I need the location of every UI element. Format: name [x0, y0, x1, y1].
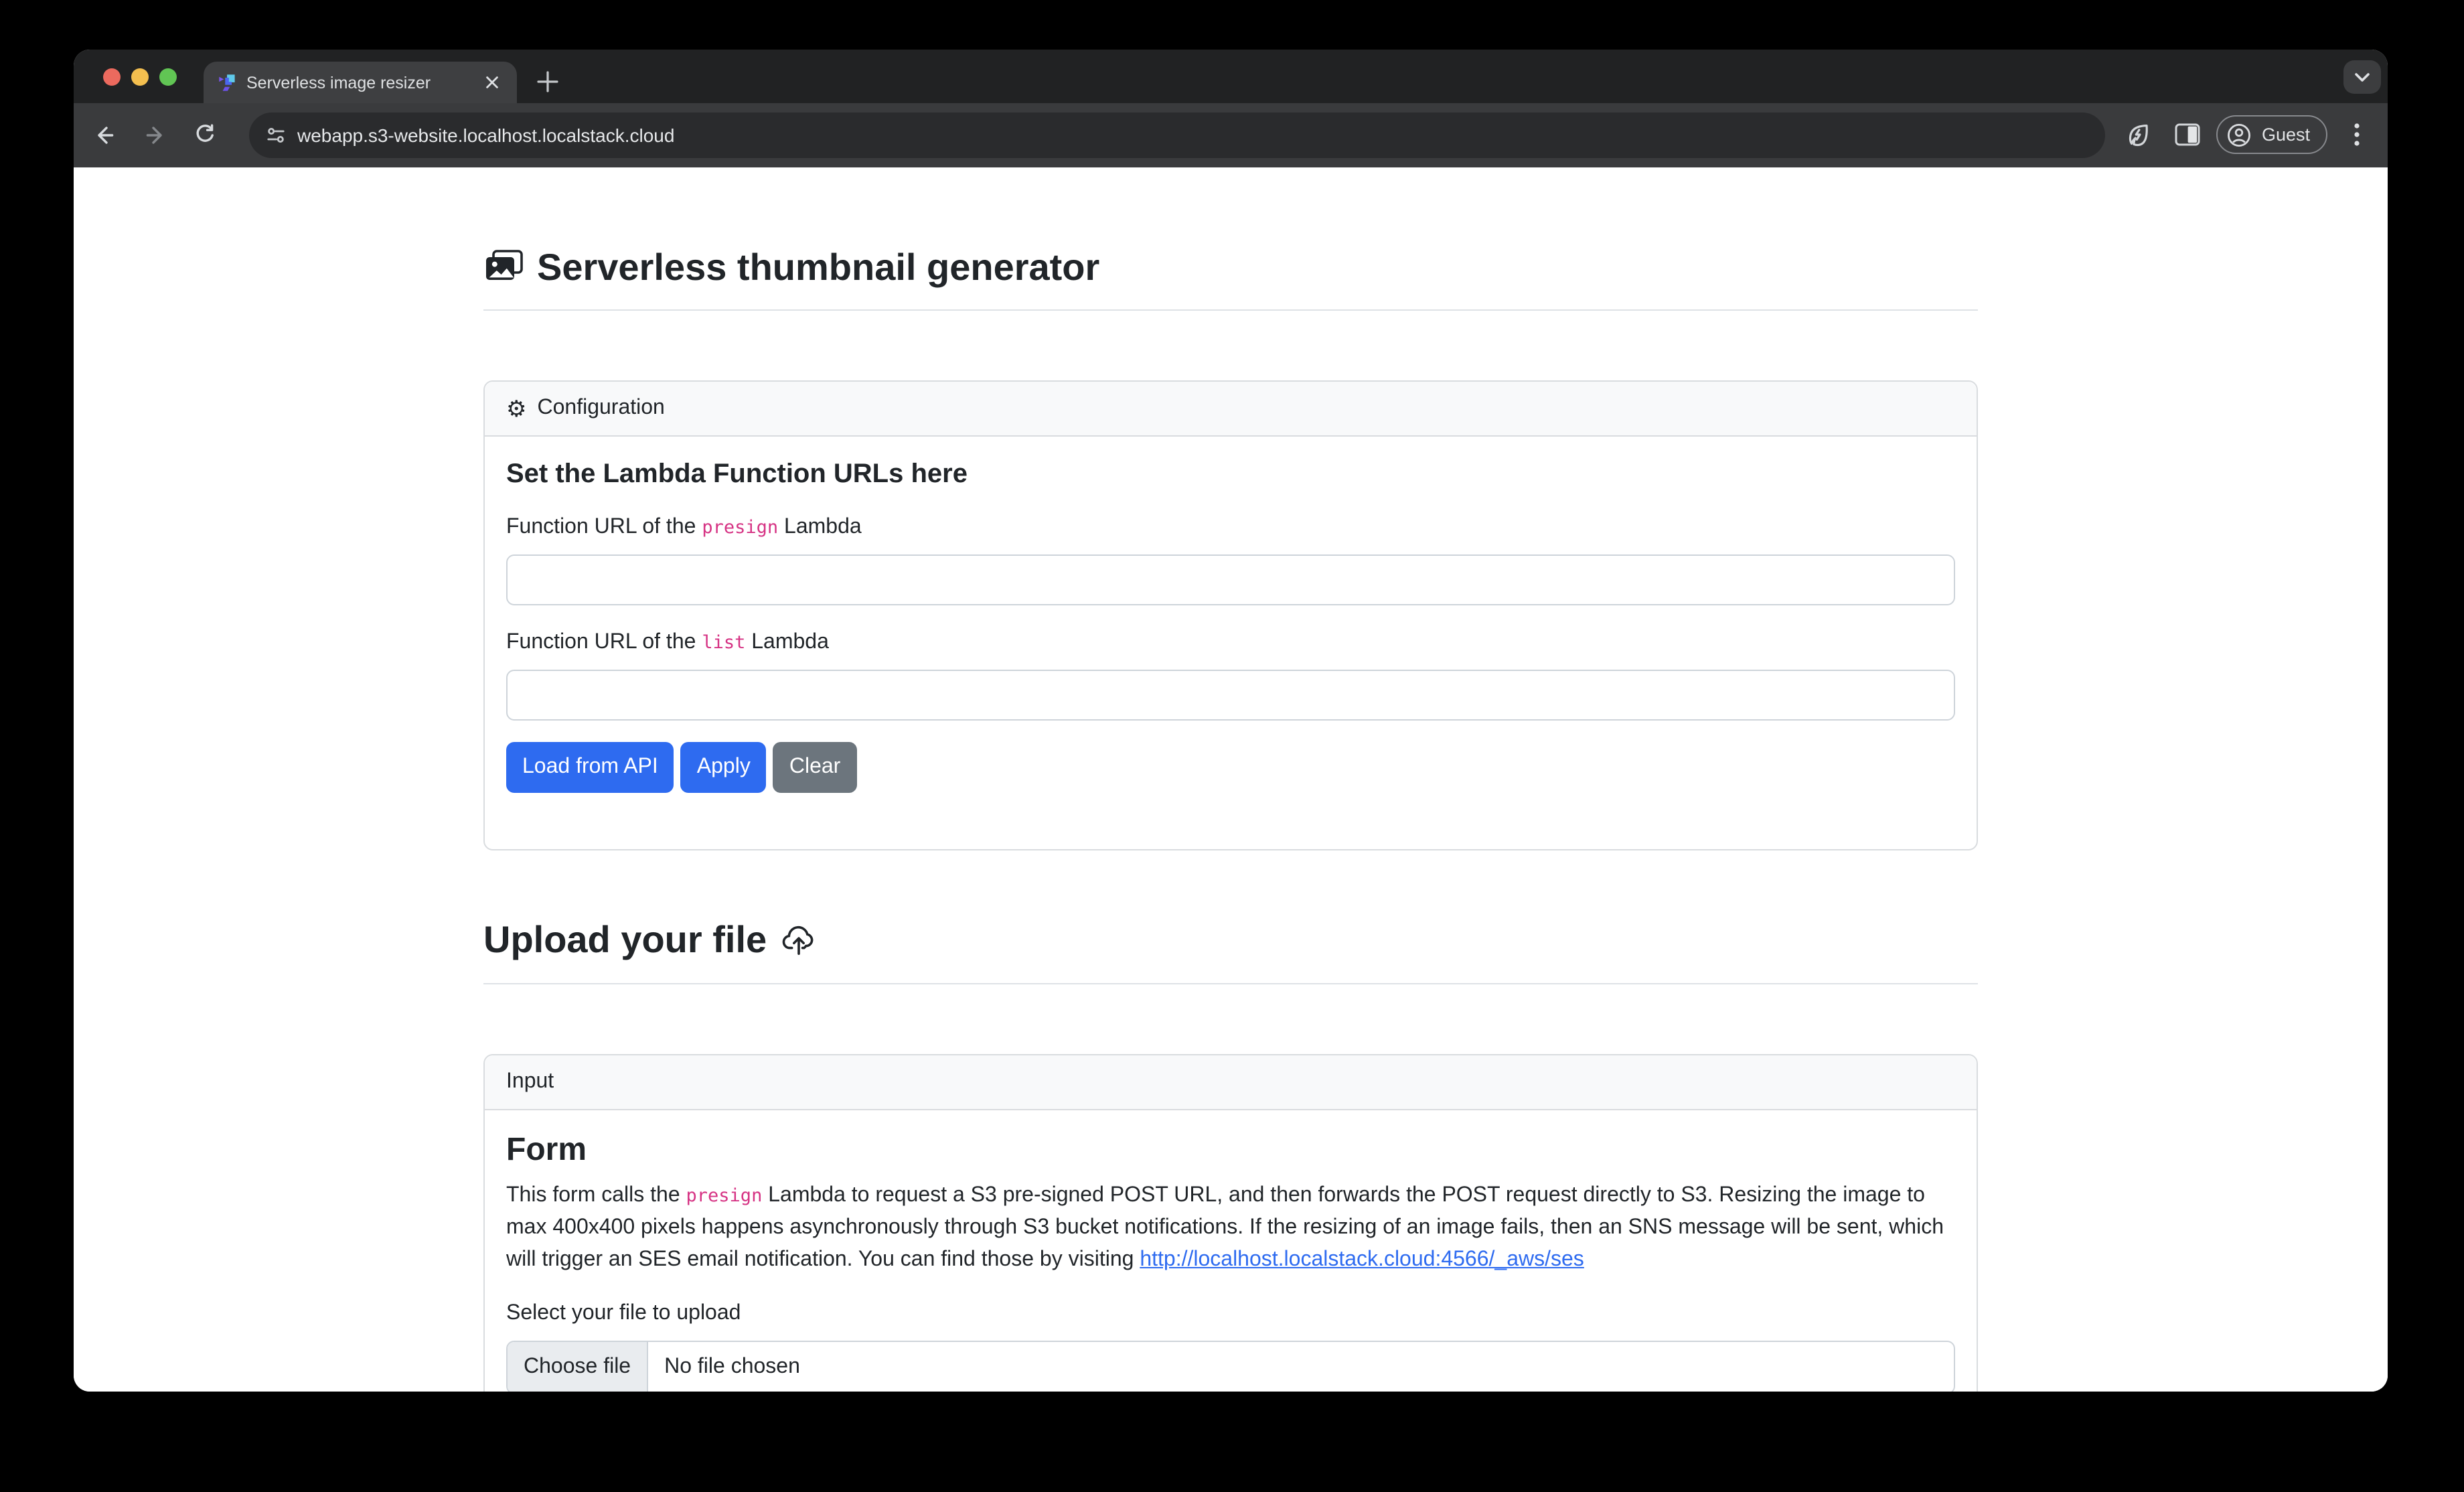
profile-guest-button[interactable]: Guest	[2216, 115, 2327, 154]
lambda-urls-heading: Set the Lambda Function URLs here	[506, 458, 1955, 490]
images-icon	[483, 250, 524, 285]
page-title: Serverless thumbnail generator	[483, 244, 1978, 289]
list-url-label: Function URL of the list Lambda	[506, 627, 1955, 659]
input-header-label: Input	[506, 1065, 554, 1098]
clear-button[interactable]: Clear	[773, 742, 856, 793]
form-description: This form calls the presign Lambda to re…	[506, 1181, 1955, 1277]
cloud-upload-icon	[780, 922, 816, 958]
load-from-api-button[interactable]: Load from API	[506, 742, 674, 793]
file-select-label: Select your file to upload	[506, 1298, 1955, 1331]
chevron-down-icon	[2353, 69, 2372, 85]
gear-icon: ⚙	[506, 397, 527, 420]
choose-file-button[interactable]: Choose file	[508, 1343, 648, 1392]
list-url-input[interactable]	[506, 670, 1955, 721]
input-card-header: Input	[485, 1055, 1977, 1110]
back-icon[interactable]	[92, 123, 117, 147]
ses-link[interactable]: http://localhost.localstack.cloud:4566/_…	[1140, 1249, 1584, 1272]
form-heading: Form	[506, 1131, 1955, 1170]
divider	[483, 309, 1978, 311]
macos-close-button[interactable]	[103, 68, 121, 85]
guest-label: Guest	[2262, 125, 2310, 145]
presign-code: presign	[686, 1186, 763, 1207]
presign-url-label: Function URL of the presign Lambda	[506, 512, 1955, 544]
configuration-card-body: Set the Lambda Function URLs here Functi…	[485, 437, 1977, 849]
presign-code: presign	[702, 517, 778, 538]
upload-heading-text: Upload your file	[483, 917, 767, 962]
performance-leaf-icon[interactable]	[2124, 121, 2152, 149]
site-settings-icon[interactable]	[265, 124, 287, 145]
browser-tab[interactable]: Serverless image resizer	[204, 62, 517, 103]
input-card-body: Form This form calls the presign Lambda …	[485, 1110, 1977, 1392]
page-content: Serverless thumbnail generator ⚙ Configu…	[74, 167, 2388, 1392]
tab-title: Serverless image resizer	[246, 73, 479, 92]
file-chosen-status: No file chosen	[648, 1343, 816, 1392]
configuration-buttons: Load from API Apply Clear	[506, 742, 1955, 793]
new-tab-icon[interactable]	[536, 70, 560, 94]
configuration-card: ⚙ Configuration Set the Lambda Function …	[483, 380, 1978, 850]
url-text: webapp.s3-website.localhost.localstack.c…	[297, 124, 674, 145]
tab-strip: Serverless image resizer	[74, 50, 2388, 103]
tab-search-button[interactable]	[2343, 60, 2381, 94]
macos-minimize-button[interactable]	[131, 68, 149, 85]
menu-kebab-icon[interactable]	[2354, 123, 2360, 146]
input-card: Input Form This form calls the presign L…	[483, 1053, 1978, 1392]
person-circle-icon	[2226, 121, 2252, 148]
upload-section-heading: Upload your file	[483, 917, 1978, 962]
list-code: list	[702, 632, 745, 654]
macos-zoom-button[interactable]	[159, 68, 177, 85]
presign-url-input[interactable]	[506, 554, 1955, 605]
file-input[interactable]: Choose file No file chosen	[506, 1341, 1955, 1392]
configuration-header-label: Configuration	[538, 392, 665, 425]
page-title-text: Serverless thumbnail generator	[537, 244, 1099, 289]
forward-icon[interactable]	[143, 123, 167, 147]
screenshot-stage: Serverless image resizer	[0, 0, 2464, 1492]
browser-toolbar: webapp.s3-website.localhost.localstack.c…	[74, 103, 2388, 167]
browser-window: Serverless image resizer	[74, 50, 2388, 1392]
reload-icon[interactable]	[193, 123, 217, 147]
address-bar[interactable]: webapp.s3-website.localhost.localstack.c…	[249, 112, 2105, 157]
site-favicon-icon	[217, 73, 236, 92]
tab-close-icon[interactable]	[479, 70, 504, 94]
side-panel-icon[interactable]	[2175, 123, 2200, 146]
apply-button[interactable]: Apply	[681, 742, 767, 793]
configuration-card-header: ⚙ Configuration	[485, 382, 1977, 437]
divider	[483, 982, 1978, 984]
